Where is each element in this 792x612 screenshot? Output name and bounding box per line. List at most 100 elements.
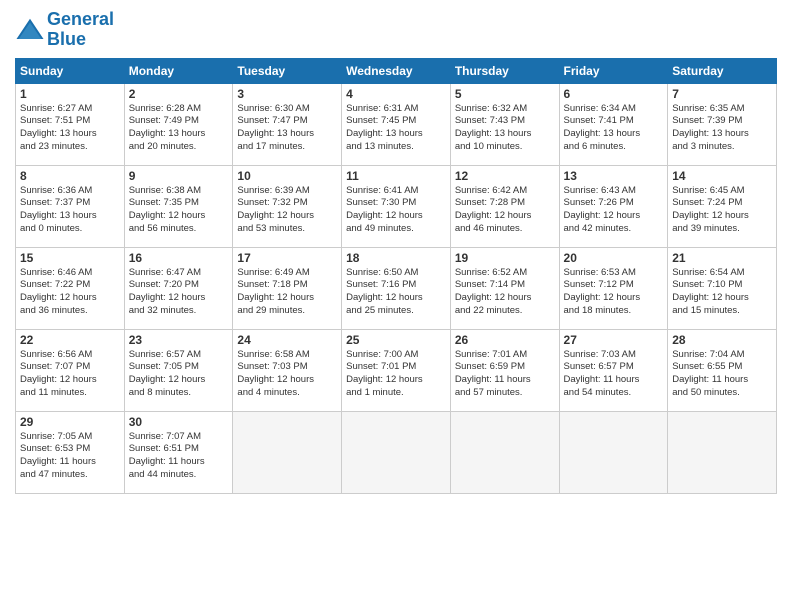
calendar-cell: 30 Sunrise: 7:07 AM Sunset: 6:51 PM Dayli… bbox=[124, 411, 233, 493]
page-container: General Blue SundayMondayTuesdayWednesda… bbox=[0, 0, 792, 504]
day-info: Sunrise: 6:34 AM Sunset: 7:41 PM Dayligh… bbox=[564, 103, 664, 154]
day-number: 25 bbox=[346, 333, 446, 347]
calendar-cell: 27 Sunrise: 7:03 AM Sunset: 6:57 PM Dayli… bbox=[559, 329, 668, 411]
calendar-cell: 2Sunrise: 6:28 AM Sunset: 7:49 PM Daylig… bbox=[124, 83, 233, 165]
calendar-cell: 24Sunrise: 6:58 AM Sunset: 7:03 PM Dayli… bbox=[233, 329, 342, 411]
day-number: 7 bbox=[672, 87, 772, 101]
day-number: 15 bbox=[20, 251, 120, 265]
calendar-cell: 4Sunrise: 6:31 AM Sunset: 7:45 PM Daylig… bbox=[342, 83, 451, 165]
day-info: Sunrise: 6:56 AM Sunset: 7:07 PM Dayligh… bbox=[20, 349, 120, 400]
day-number: 14 bbox=[672, 169, 772, 183]
calendar-week-row: 15 Sunrise: 6:46 AM Sunset: 7:22 PM Dayli… bbox=[16, 247, 777, 329]
day-number: 20 bbox=[564, 251, 664, 265]
day-info: Sunrise: 6:49 AM Sunset: 7:18 PM Dayligh… bbox=[237, 267, 337, 318]
day-number: 18 bbox=[346, 251, 446, 265]
day-info: Sunrise: 6:47 AM Sunset: 7:20 PM Dayligh… bbox=[129, 267, 229, 318]
day-number: 22 bbox=[20, 333, 120, 347]
day-info: Sunrise: 6:41 AM Sunset: 7:30 PM Dayligh… bbox=[346, 185, 446, 236]
day-info: Sunrise: 6:31 AM Sunset: 7:45 PM Dayligh… bbox=[346, 103, 446, 154]
weekday-header: Tuesday bbox=[233, 58, 342, 83]
calendar-cell: 7Sunrise: 6:35 AM Sunset: 7:39 PM Daylig… bbox=[668, 83, 777, 165]
calendar-cell bbox=[559, 411, 668, 493]
calendar-cell bbox=[668, 411, 777, 493]
day-info: Sunrise: 6:52 AM Sunset: 7:14 PM Dayligh… bbox=[455, 267, 555, 318]
logo: General Blue bbox=[15, 10, 114, 50]
calendar-cell bbox=[342, 411, 451, 493]
day-info: Sunrise: 6:42 AM Sunset: 7:28 PM Dayligh… bbox=[455, 185, 555, 236]
day-info: Sunrise: 7:00 AM Sunset: 7:01 PM Dayligh… bbox=[346, 349, 446, 400]
calendar-cell: 16 Sunrise: 6:47 AM Sunset: 7:20 PM Dayli… bbox=[124, 247, 233, 329]
calendar-cell: 22 Sunrise: 6:56 AM Sunset: 7:07 PM Dayli… bbox=[16, 329, 125, 411]
day-info: Sunrise: 7:05 AM Sunset: 6:53 PM Dayligh… bbox=[20, 431, 120, 482]
day-info: Sunrise: 6:53 AM Sunset: 7:12 PM Dayligh… bbox=[564, 267, 664, 318]
day-info: Sunrise: 6:38 AM Sunset: 7:35 PM Dayligh… bbox=[129, 185, 229, 236]
calendar-week-row: 8 Sunrise: 6:36 AM Sunset: 7:37 PM Daylig… bbox=[16, 165, 777, 247]
calendar-cell: 13 Sunrise: 6:43 AM Sunset: 7:26 PM Dayli… bbox=[559, 165, 668, 247]
calendar-table: SundayMondayTuesdayWednesdayThursdayFrid… bbox=[15, 58, 777, 494]
weekday-header: Saturday bbox=[668, 58, 777, 83]
calendar-cell: 6 Sunrise: 6:34 AM Sunset: 7:41 PM Daylig… bbox=[559, 83, 668, 165]
calendar-cell: 29Sunrise: 7:05 AM Sunset: 6:53 PM Dayli… bbox=[16, 411, 125, 493]
day-number: 12 bbox=[455, 169, 555, 183]
day-number: 6 bbox=[564, 87, 664, 101]
calendar-cell: 26 Sunrise: 7:01 AM Sunset: 6:59 PM Dayli… bbox=[450, 329, 559, 411]
day-number: 8 bbox=[20, 169, 120, 183]
calendar-cell: 17 Sunrise: 6:49 AM Sunset: 7:18 PM Dayli… bbox=[233, 247, 342, 329]
day-number: 17 bbox=[237, 251, 337, 265]
calendar-cell: 25 Sunrise: 7:00 AM Sunset: 7:01 PM Dayli… bbox=[342, 329, 451, 411]
calendar-cell: 5 Sunrise: 6:32 AM Sunset: 7:43 PM Daylig… bbox=[450, 83, 559, 165]
weekday-header: Friday bbox=[559, 58, 668, 83]
calendar-cell: 10 Sunrise: 6:39 AM Sunset: 7:32 PM Dayli… bbox=[233, 165, 342, 247]
day-number: 16 bbox=[129, 251, 229, 265]
day-info: Sunrise: 6:50 AM Sunset: 7:16 PM Dayligh… bbox=[346, 267, 446, 318]
calendar-cell: 21 Sunrise: 6:54 AM Sunset: 7:10 PM Dayli… bbox=[668, 247, 777, 329]
calendar-cell: 15 Sunrise: 6:46 AM Sunset: 7:22 PM Dayli… bbox=[16, 247, 125, 329]
calendar-cell: 19 Sunrise: 6:52 AM Sunset: 7:14 PM Dayli… bbox=[450, 247, 559, 329]
day-number: 19 bbox=[455, 251, 555, 265]
day-info: Sunrise: 6:28 AM Sunset: 7:49 PM Dayligh… bbox=[129, 103, 229, 154]
day-info: Sunrise: 6:43 AM Sunset: 7:26 PM Dayligh… bbox=[564, 185, 664, 236]
day-info: Sunrise: 6:30 AM Sunset: 7:47 PM Dayligh… bbox=[237, 103, 337, 154]
calendar-week-row: 29Sunrise: 7:05 AM Sunset: 6:53 PM Dayli… bbox=[16, 411, 777, 493]
calendar-cell: 12 Sunrise: 6:42 AM Sunset: 7:28 PM Dayli… bbox=[450, 165, 559, 247]
calendar-cell: 14Sunrise: 6:45 AM Sunset: 7:24 PM Dayli… bbox=[668, 165, 777, 247]
day-number: 28 bbox=[672, 333, 772, 347]
day-number: 3 bbox=[237, 87, 337, 101]
day-info: Sunrise: 6:32 AM Sunset: 7:43 PM Dayligh… bbox=[455, 103, 555, 154]
day-number: 21 bbox=[672, 251, 772, 265]
day-info: Sunrise: 7:03 AM Sunset: 6:57 PM Dayligh… bbox=[564, 349, 664, 400]
calendar-cell: 8 Sunrise: 6:36 AM Sunset: 7:37 PM Daylig… bbox=[16, 165, 125, 247]
day-info: Sunrise: 7:04 AM Sunset: 6:55 PM Dayligh… bbox=[672, 349, 772, 400]
day-number: 10 bbox=[237, 169, 337, 183]
header: General Blue bbox=[15, 10, 777, 50]
day-number: 26 bbox=[455, 333, 555, 347]
calendar-header-row: SundayMondayTuesdayWednesdayThursdayFrid… bbox=[16, 58, 777, 83]
day-info: Sunrise: 6:46 AM Sunset: 7:22 PM Dayligh… bbox=[20, 267, 120, 318]
day-number: 27 bbox=[564, 333, 664, 347]
day-number: 13 bbox=[564, 169, 664, 183]
calendar-week-row: 22 Sunrise: 6:56 AM Sunset: 7:07 PM Dayli… bbox=[16, 329, 777, 411]
day-info: Sunrise: 6:36 AM Sunset: 7:37 PM Dayligh… bbox=[20, 185, 120, 236]
day-info: Sunrise: 6:39 AM Sunset: 7:32 PM Dayligh… bbox=[237, 185, 337, 236]
calendar-body: 1 Sunrise: 6:27 AM Sunset: 7:51 PM Daylig… bbox=[16, 83, 777, 493]
day-info: Sunrise: 7:01 AM Sunset: 6:59 PM Dayligh… bbox=[455, 349, 555, 400]
day-number: 1 bbox=[20, 87, 120, 101]
calendar-cell: 28 Sunrise: 7:04 AM Sunset: 6:55 PM Dayli… bbox=[668, 329, 777, 411]
calendar-cell: 18 Sunrise: 6:50 AM Sunset: 7:16 PM Dayli… bbox=[342, 247, 451, 329]
day-number: 30 bbox=[129, 415, 229, 429]
day-info: Sunrise: 6:57 AM Sunset: 7:05 PM Dayligh… bbox=[129, 349, 229, 400]
weekday-header: Sunday bbox=[16, 58, 125, 83]
weekday-header: Monday bbox=[124, 58, 233, 83]
calendar-cell: 3 Sunrise: 6:30 AM Sunset: 7:47 PM Daylig… bbox=[233, 83, 342, 165]
day-info: Sunrise: 6:27 AM Sunset: 7:51 PM Dayligh… bbox=[20, 103, 120, 154]
calendar-cell bbox=[233, 411, 342, 493]
calendar-cell bbox=[450, 411, 559, 493]
day-info: Sunrise: 6:54 AM Sunset: 7:10 PM Dayligh… bbox=[672, 267, 772, 318]
day-number: 5 bbox=[455, 87, 555, 101]
calendar-cell: 11Sunrise: 6:41 AM Sunset: 7:30 PM Dayli… bbox=[342, 165, 451, 247]
weekday-header: Wednesday bbox=[342, 58, 451, 83]
day-info: Sunrise: 7:07 AM Sunset: 6:51 PM Dayligh… bbox=[129, 431, 229, 482]
day-number: 23 bbox=[129, 333, 229, 347]
calendar-cell: 9Sunrise: 6:38 AM Sunset: 7:35 PM Daylig… bbox=[124, 165, 233, 247]
logo-icon bbox=[15, 15, 45, 45]
